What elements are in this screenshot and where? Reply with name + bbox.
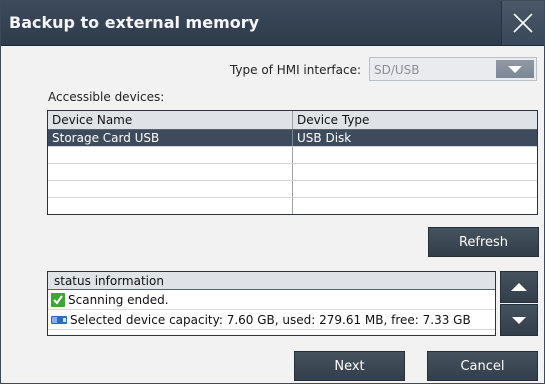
close-icon bbox=[513, 13, 533, 33]
check-icon bbox=[51, 292, 65, 307]
device-name-cell bbox=[48, 198, 293, 214]
table-row[interactable] bbox=[48, 147, 537, 164]
title-bar: Backup to external memory bbox=[1, 1, 544, 46]
device-type-cell bbox=[293, 198, 537, 214]
hmi-interface-label: Type of HMI interface: bbox=[229, 63, 361, 77]
column-header-device-name[interactable]: Device Name bbox=[48, 111, 293, 129]
scroll-up-button[interactable] bbox=[500, 271, 538, 303]
scroll-down-button[interactable] bbox=[500, 304, 538, 336]
dialog-window: Backup to external memory Type of HMI in… bbox=[0, 0, 545, 384]
table-header: Device Name Device Type bbox=[48, 111, 537, 130]
status-line: Scanning ended. bbox=[48, 290, 495, 310]
chevron-down-icon bbox=[512, 316, 526, 324]
status-text: Scanning ended. bbox=[68, 292, 169, 307]
chevron-up-icon bbox=[511, 283, 527, 291]
device-name-cell bbox=[48, 164, 293, 180]
storage-device-icon bbox=[51, 315, 67, 324]
device-type-cell bbox=[293, 164, 537, 180]
status-text: Selected device capacity: 7.60 GB, used:… bbox=[70, 312, 471, 327]
close-button[interactable] bbox=[501, 1, 544, 45]
device-type-cell bbox=[293, 181, 537, 197]
table-row[interactable]: Storage Card USB USB Disk bbox=[48, 130, 537, 147]
status-line: Selected device capacity: 7.60 GB, used:… bbox=[48, 310, 495, 330]
hmi-interface-select[interactable]: SD/USB bbox=[369, 57, 537, 81]
device-name-cell: Storage Card USB bbox=[48, 130, 293, 146]
table-row[interactable] bbox=[48, 181, 537, 198]
accessible-devices-label: Accessible devices: bbox=[48, 90, 165, 104]
status-information-list: status information Scanning ended. Selec… bbox=[47, 271, 496, 336]
device-name-cell bbox=[48, 147, 293, 163]
column-header-device-type[interactable]: Device Type bbox=[293, 111, 537, 129]
devices-table: Device Name Device Type Storage Card USB… bbox=[47, 110, 538, 215]
chevron-down-icon bbox=[508, 65, 522, 73]
device-type-cell: USB Disk bbox=[297, 131, 352, 145]
status-header: status information bbox=[48, 272, 495, 290]
next-button[interactable]: Next bbox=[294, 351, 405, 381]
dialog-title: Backup to external memory bbox=[9, 13, 260, 32]
dropdown-button[interactable] bbox=[496, 60, 534, 78]
device-type-cell bbox=[293, 147, 537, 163]
table-row[interactable] bbox=[48, 198, 537, 214]
table-row[interactable] bbox=[48, 164, 537, 181]
device-name-cell bbox=[48, 181, 293, 197]
refresh-button[interactable]: Refresh bbox=[428, 227, 539, 257]
cancel-button[interactable]: Cancel bbox=[427, 351, 538, 381]
hmi-interface-value: SD/USB bbox=[374, 63, 420, 77]
